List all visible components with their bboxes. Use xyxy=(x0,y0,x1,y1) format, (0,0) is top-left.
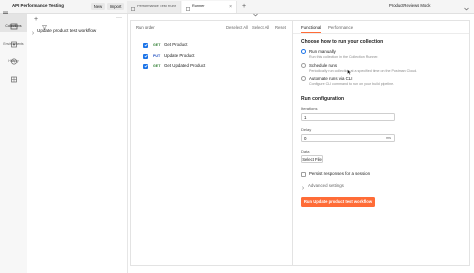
checkbox[interactable] xyxy=(143,63,148,69)
collection-name: Update product test workflow xyxy=(37,27,97,33)
how-to-run-title: Choose how to run your collection xyxy=(301,39,384,45)
request-row[interactable]: GET Get Product xyxy=(143,41,283,49)
run-order-panel: Run order Deselect All Select All Reset … xyxy=(130,20,292,266)
nav-label: History xyxy=(8,58,19,63)
nav-environments[interactable]: Environments xyxy=(0,32,27,49)
option-label: Automate runs via CLI xyxy=(309,75,353,81)
collections-icon xyxy=(10,17,18,30)
nav-collections[interactable]: Collections xyxy=(0,14,27,32)
environment-name: ProductReviews Mock xyxy=(389,3,431,9)
environments-icon xyxy=(10,35,18,48)
method-badge: GET xyxy=(153,43,161,47)
run-order-title: Run order xyxy=(136,25,155,30)
data-label: Data xyxy=(301,149,310,154)
mouse-cursor-icon xyxy=(347,62,352,80)
radio-button[interactable] xyxy=(301,49,306,54)
delay-unit: ms xyxy=(385,136,391,140)
request-row[interactable]: GET Get Updated Product xyxy=(143,62,283,70)
request-name: Get Updated Product xyxy=(164,62,206,68)
radio-button[interactable] xyxy=(301,76,306,81)
checkbox[interactable] xyxy=(143,53,148,59)
nav-configure[interactable] xyxy=(0,66,27,82)
iterations-label: Iterations xyxy=(301,106,318,111)
persist-responses-option[interactable]: Persist responses for a session xyxy=(301,171,461,177)
option-description: Configure CLI command to run on your bui… xyxy=(309,82,395,86)
option-description: Periodically run collection at a specifi… xyxy=(309,69,418,73)
tab-performance-test-runner[interactable]: Performance Test Runner xyxy=(127,1,181,13)
tab-performance[interactable]: Performance xyxy=(328,25,353,30)
top-bar: API Performance Testing New Import Perfo… xyxy=(0,0,474,17)
nav-label: Environments xyxy=(3,41,24,46)
option-label: Run manually xyxy=(309,48,336,54)
chevron-right-icon xyxy=(31,22,35,40)
tab-label: Performance Test Runner xyxy=(137,5,176,9)
persist-label: Persist responses for a session xyxy=(309,170,371,176)
left-nav: Collections Environments History xyxy=(0,14,28,273)
reset-button[interactable]: Reset xyxy=(275,25,286,30)
delay-value: 0 xyxy=(304,135,307,141)
delay-input[interactable]: 0 ms xyxy=(301,134,395,142)
close-icon[interactable]: × xyxy=(229,4,232,10)
collections-sidebar: + ··· Update product test workflow xyxy=(27,14,128,273)
config-panel: Functional Performance Choose how to run… xyxy=(292,20,470,266)
radio-button[interactable] xyxy=(301,63,306,68)
chevron-right-icon xyxy=(301,177,305,195)
nav-label: Collections xyxy=(5,24,22,29)
run-collection-button[interactable]: Run Update product test workflow xyxy=(301,197,375,207)
method-badge: PUT xyxy=(153,54,161,58)
import-button[interactable]: Import xyxy=(107,3,124,10)
run-button-label: Run Update product test workflow xyxy=(303,198,373,204)
more-options-icon[interactable]: ··· xyxy=(116,15,122,21)
tab-runner[interactable]: Runner × xyxy=(182,1,237,13)
select-all-button[interactable]: Select All xyxy=(252,25,269,30)
configure-icon xyxy=(10,70,18,82)
advanced-settings-label: Advanced settings xyxy=(308,182,344,188)
chevron-down-icon xyxy=(464,0,469,16)
option-schedule-runs[interactable]: Schedule runs Periodically run collectio… xyxy=(301,63,461,75)
new-button[interactable]: New xyxy=(91,3,105,10)
checkbox[interactable] xyxy=(143,42,148,48)
runner-icon xyxy=(131,0,135,16)
checkbox[interactable] xyxy=(301,171,306,177)
iterations-value: 1 xyxy=(304,114,307,120)
select-file-button[interactable]: Select File xyxy=(301,155,323,163)
delay-label: Delay xyxy=(301,127,312,132)
environment-selector[interactable]: ProductReviews Mock xyxy=(389,2,473,11)
option-run-manually[interactable]: Run manually Run this collection in the … xyxy=(301,49,461,61)
request-row[interactable]: PUT Update Product xyxy=(143,52,283,60)
collection-item[interactable]: Update product test workflow xyxy=(31,27,125,35)
option-automate-cli[interactable]: Automate runs via CLI Configure CLI comm… xyxy=(301,76,461,88)
method-badge: GET xyxy=(153,64,161,68)
request-name: Update Product xyxy=(164,52,195,58)
runner-icon xyxy=(186,0,190,16)
request-name: Get Product xyxy=(164,41,188,47)
nav-history[interactable]: History xyxy=(0,49,27,66)
menu-icon[interactable] xyxy=(3,3,8,16)
tab-functional[interactable]: Functional xyxy=(301,25,321,30)
iterations-input[interactable]: 1 xyxy=(301,113,395,121)
add-tab-icon[interactable]: + xyxy=(242,3,246,10)
advanced-settings-toggle[interactable]: Advanced settings xyxy=(301,182,381,190)
workspace-title[interactable]: API Performance Testing xyxy=(12,3,64,8)
run-config-title: Run configuration xyxy=(301,96,345,102)
option-label: Schedule runs xyxy=(309,62,338,68)
tab-label: Runner xyxy=(192,4,205,9)
option-description: Run this collection in the Collection Ru… xyxy=(309,55,379,59)
deselect-all-button[interactable]: Deselect All xyxy=(226,25,248,30)
history-icon xyxy=(10,52,18,65)
tab-divider xyxy=(293,33,469,34)
